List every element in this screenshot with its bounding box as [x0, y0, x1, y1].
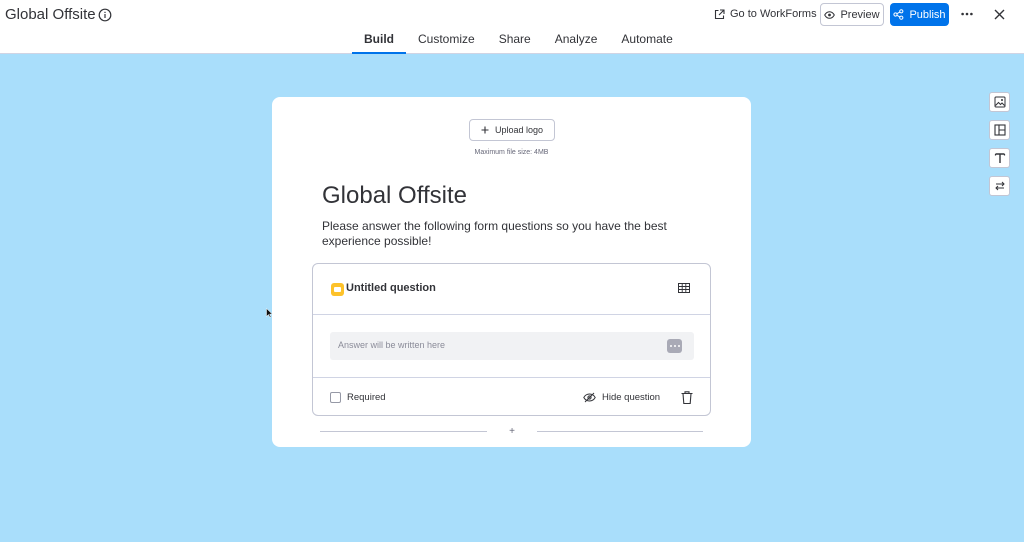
layout-button[interactable] [989, 120, 1010, 140]
short-text-icon[interactable] [331, 283, 344, 296]
required-checkbox[interactable] [330, 392, 341, 403]
form-card: Upload logo Maximum file size: 4MB Globa… [272, 97, 751, 447]
eye-slash-icon[interactable] [583, 392, 596, 403]
close-button[interactable] [991, 6, 1007, 22]
required-label[interactable]: Required [347, 392, 386, 403]
publish-label: Publish [909, 8, 946, 21]
swap-icon [994, 181, 1005, 191]
layout-icon [993, 124, 1006, 136]
external-link-icon [714, 8, 725, 19]
upload-logo-label: Upload logo [494, 125, 544, 135]
question-footer: Required Hide question [313, 377, 710, 415]
close-icon [994, 9, 1004, 19]
answer-preview-field: Answer will be written here [330, 332, 694, 360]
preview-button[interactable]: Preview [820, 3, 884, 26]
form-description[interactable]: Please answer the following form questio… [322, 219, 702, 249]
upload-hint: Maximum file size: 4MB [474, 149, 549, 156]
question-header: Untitled question [313, 264, 710, 315]
trash-icon[interactable] [680, 390, 694, 405]
eye-icon [824, 10, 836, 19]
ellipsis-icon [667, 339, 682, 353]
top-bar: Global Offsite Go to WorkForms Preview P… [0, 0, 1024, 54]
mouse-cursor-icon [266, 308, 273, 318]
tab-automate[interactable]: Automate [609, 30, 684, 54]
plus-icon [481, 126, 489, 134]
tab-share[interactable]: Share [487, 30, 543, 54]
go-to-workforms-label: Go to WorkForms [730, 8, 817, 20]
reorder-button[interactable] [989, 176, 1010, 196]
image-icon [994, 96, 1005, 108]
form-heading[interactable]: Global Offsite [322, 182, 467, 210]
tab-analyze[interactable]: Analyze [543, 30, 610, 54]
answer-placeholder: Answer will be written here [338, 340, 446, 350]
question-title[interactable]: Untitled question [346, 282, 436, 294]
tab-bar: Build Customize Share Analyze Automate [352, 30, 685, 54]
preview-label: Preview [840, 8, 880, 21]
info-icon[interactable] [98, 8, 112, 22]
table-icon[interactable] [677, 281, 691, 295]
share-icon [893, 9, 904, 20]
more-icon [961, 12, 973, 16]
hide-question-button[interactable]: Hide question [602, 392, 660, 403]
text-style-button[interactable] [989, 148, 1010, 168]
more-options-button[interactable] [958, 6, 976, 22]
tab-customize[interactable]: Customize [406, 30, 487, 54]
publish-button[interactable]: Publish [890, 3, 949, 26]
add-image-button[interactable] [989, 92, 1010, 112]
tab-build[interactable]: Build [352, 30, 406, 54]
form-title[interactable]: Global Offsite [5, 6, 96, 23]
add-question-button[interactable]: + [507, 426, 517, 437]
upload-logo-button[interactable]: Upload logo [469, 119, 555, 141]
go-to-workforms-link[interactable]: Go to WorkForms [714, 5, 817, 23]
question-block[interactable]: Untitled question Answer will be written… [312, 263, 711, 416]
text-icon [994, 153, 1005, 163]
